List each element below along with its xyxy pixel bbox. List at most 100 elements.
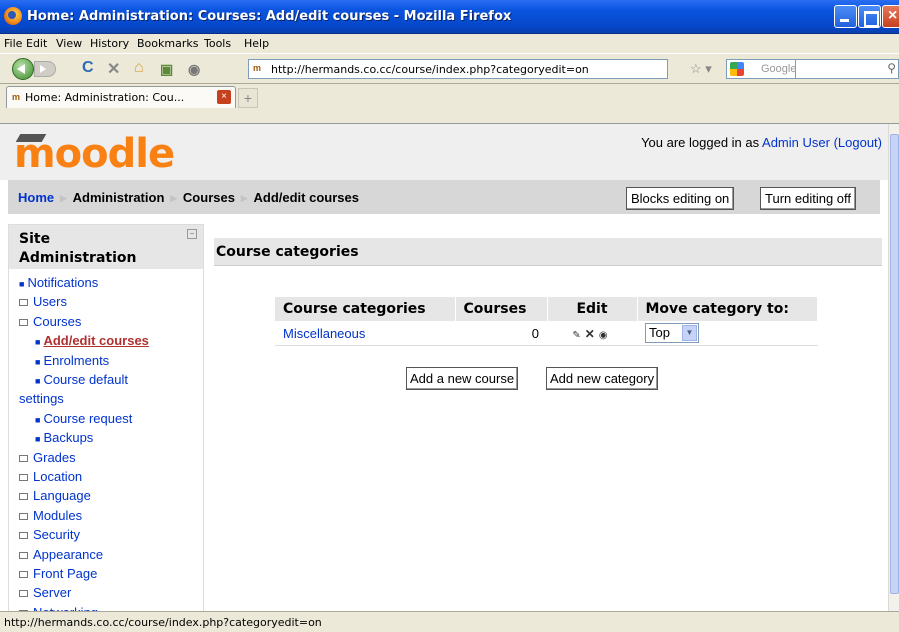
tab-favicon: m <box>12 92 21 102</box>
delete-icon[interactable]: ✕ <box>585 327 595 341</box>
page-viewport: moodle You are logged in as Admin User (… <box>0 124 888 611</box>
blocks-editing-button[interactable]: Blocks editing on <box>626 187 735 210</box>
bullet-icon: ■ <box>19 279 25 289</box>
sidebar-item-label: Location <box>33 469 83 484</box>
window-titlebar: Home: Administration: Courses: Add/edit … <box>0 0 899 34</box>
window-title: Home: Administration: Courses: Add/edit … <box>27 9 512 24</box>
turn-editing-off-button[interactable]: Turn editing off <box>760 187 856 210</box>
menu-history[interactable]: History <box>90 37 129 50</box>
forward-button[interactable] <box>34 61 56 77</box>
breadcrumb-courses[interactable]: Courses <box>183 190 235 205</box>
sidebar-item-server[interactable]: Server <box>19 585 71 600</box>
home-icon[interactable]: ⌂ <box>134 59 144 77</box>
search-placeholder: Google <box>761 63 797 75</box>
sidebar-item-label: Modules <box>33 507 83 523</box>
table-header-row: Course categories Courses Edit Move cate… <box>275 297 818 321</box>
course-categories-heading-bar: Course categories <box>214 238 882 266</box>
menu-view[interactable]: View <box>56 37 82 50</box>
course-count: 0 <box>455 321 547 346</box>
sidebar-item-modules[interactable]: Modules <box>19 508 82 523</box>
breadcrumb-administration[interactable]: Administration <box>73 190 165 205</box>
block-header: Site Administration − <box>9 225 203 269</box>
folder-icon <box>19 454 28 462</box>
sidebar-item-label: Grades <box>33 449 76 465</box>
search-input[interactable]: ⚲ <box>796 59 899 79</box>
search-icon[interactable]: ⚲ <box>887 61 896 75</box>
star-icon[interactable]: ☆ ▾ <box>690 61 712 77</box>
bullet-icon: ■ <box>35 434 41 445</box>
breadcrumb-home[interactable]: Home <box>18 190 54 205</box>
back-button[interactable] <box>12 58 34 80</box>
menu-file[interactable]: File <box>4 37 22 50</box>
column-header-move: Move category to: <box>637 297 818 321</box>
bullet-icon: ■ <box>35 337 41 348</box>
sidebar-item-enrolments[interactable]: ■ Enrolments <box>35 353 109 368</box>
edit-actions: ✎ ✕ ◉ <box>547 321 637 346</box>
sidebar-item-label: Front Page <box>33 566 98 581</box>
sidebar-item-label: Users <box>33 294 67 310</box>
vertical-scrollbar[interactable] <box>888 124 899 611</box>
course-categories-table: Course categories Courses Edit Move cate… <box>275 297 818 346</box>
folder-icon <box>19 512 28 520</box>
page-title: Course categories <box>216 244 359 260</box>
sidebar-item-course-request[interactable]: ■ Course request <box>35 411 132 426</box>
browser-tab[interactable]: m Home: Administration: Cou... × <box>6 86 236 108</box>
sidebar-item-front-page[interactable]: Front Page <box>19 566 97 581</box>
status-text: http://hermands.co.cc/course/index.php?c… <box>4 616 322 629</box>
reload-icon[interactable]: C <box>82 59 94 77</box>
tab-label: Home: Administration: Cou... <box>25 91 185 104</box>
history-icon[interactable]: ◉ <box>188 61 200 78</box>
add-course-button[interactable]: Add a new course <box>406 367 519 390</box>
maximize-button[interactable] <box>858 5 881 28</box>
sidebar-item-location[interactable]: Location <box>19 469 82 484</box>
bullet-icon: ■ <box>35 356 41 367</box>
sidebar-item-label: Server <box>33 585 72 601</box>
menu-help[interactable]: Help <box>244 37 269 50</box>
menu-tools[interactable]: Tools <box>204 37 231 50</box>
add-category-button[interactable]: Add new category <box>546 367 659 390</box>
login-info: You are logged in as Admin User (Logout) <box>641 135 882 150</box>
menu-bookmarks[interactable]: Bookmarks <box>137 37 198 50</box>
block-title: Site Administration <box>19 231 137 266</box>
sidebar-item-label: Enrolments <box>43 352 110 368</box>
category-link[interactable]: Miscellaneous <box>275 321 455 346</box>
menu-edit[interactable]: Edit <box>26 37 47 50</box>
folder-icon <box>19 590 28 598</box>
sidebar-item-grades[interactable]: Grades <box>19 450 76 465</box>
sidebar-item-language[interactable]: Language <box>19 488 91 503</box>
sidebar-item-backups[interactable]: ■ Backups <box>35 430 93 445</box>
chevron-down-icon: ▼ <box>682 325 697 341</box>
address-bar[interactable]: m http://hermands.co.cc/course/index.php… <box>248 59 668 79</box>
site-administration-block: Site Administration − ■ Notifications User… <box>8 224 204 611</box>
sidebar-item-appearance[interactable]: Appearance <box>19 547 103 562</box>
sidebar-item-course-default[interactable]: ■ Course default <box>35 372 128 387</box>
close-window-button[interactable]: × <box>882 5 899 28</box>
sidebar-item-courses[interactable]: Courses <box>19 314 81 329</box>
sidebar-item-label: Notifications <box>27 275 99 290</box>
breadcrumb-separator-icon: ▸ <box>240 190 248 205</box>
close-icon: × <box>888 7 898 24</box>
user-link[interactable]: Admin User <box>762 135 830 150</box>
folder-icon <box>19 551 28 559</box>
folder-icon <box>19 474 28 481</box>
tab-bar: m Home: Administration: Cou... × + <box>0 84 899 124</box>
new-tab-button[interactable]: + <box>238 88 258 108</box>
stop-icon[interactable]: ✕ <box>107 59 120 79</box>
bookmark-page-icon[interactable]: ▣ <box>160 61 173 78</box>
logout-link[interactable]: (Logout) <box>834 135 882 150</box>
move-category-select[interactable]: Top ▼ <box>645 323 699 343</box>
sidebar-item-add-edit-courses[interactable]: ■ Add/edit courses <box>35 333 149 349</box>
close-tab-icon[interactable]: × <box>217 90 231 104</box>
scrollbar-thumb[interactable] <box>890 134 899 594</box>
search-engine-selector[interactable]: Google <box>726 59 796 79</box>
sidebar-item-notifications[interactable]: ■ Notifications <box>19 275 98 290</box>
collapse-block-icon[interactable]: − <box>187 229 197 239</box>
sidebar-item-settings[interactable]: settings <box>19 391 64 406</box>
edit-icon[interactable]: ✎ <box>572 330 580 341</box>
moodle-logo[interactable]: moodle <box>14 132 175 176</box>
folder-icon <box>19 532 28 540</box>
hide-eye-icon[interactable]: ◉ <box>599 330 608 341</box>
minimize-button[interactable] <box>834 5 857 28</box>
sidebar-item-security[interactable]: Security <box>19 527 80 542</box>
sidebar-item-users[interactable]: Users <box>19 294 67 309</box>
